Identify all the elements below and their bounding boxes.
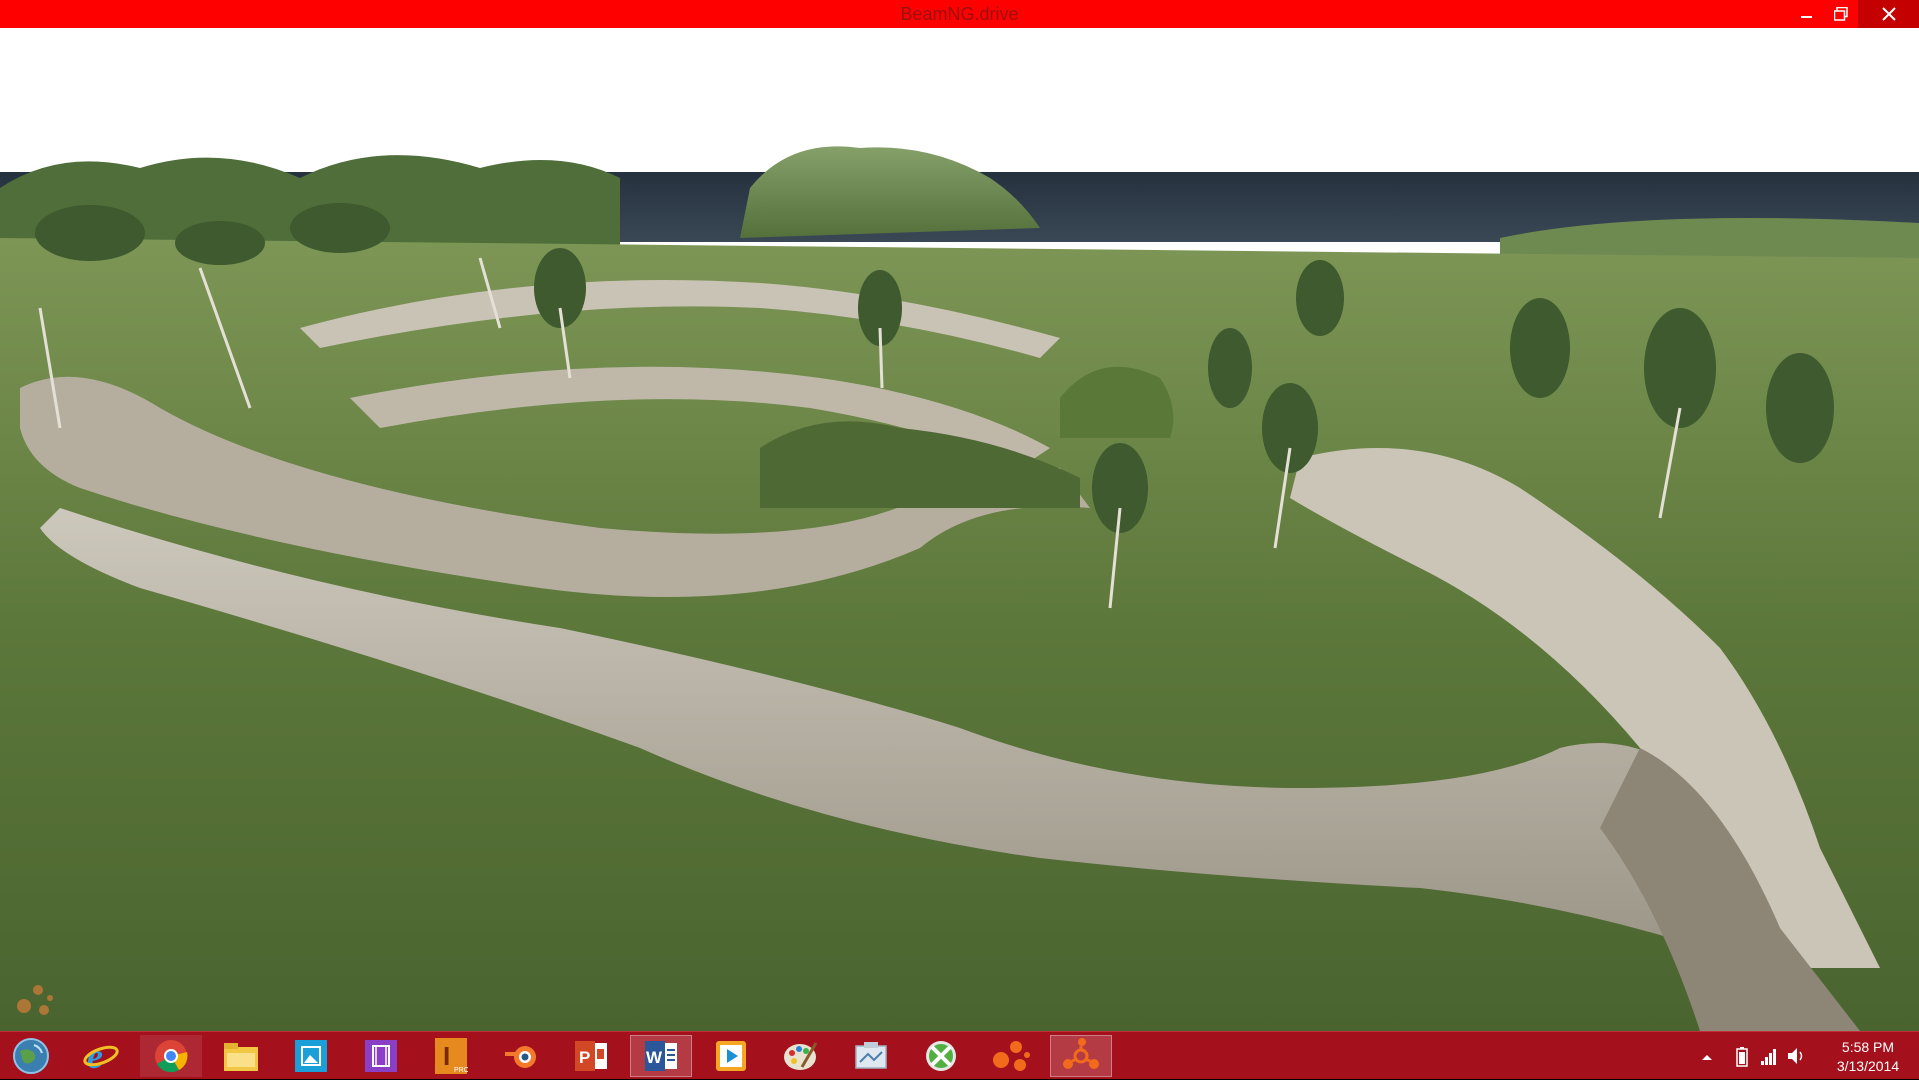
power-status[interactable] xyxy=(1734,1046,1750,1073)
svg-text:I: I xyxy=(443,1041,450,1071)
beamng-icon xyxy=(993,1041,1030,1071)
taskbar-chrome[interactable] xyxy=(140,1035,202,1077)
taskbar-inventor-pro[interactable]: I PRO xyxy=(420,1035,482,1077)
taskbar-word[interactable]: W xyxy=(630,1035,692,1077)
taskbar-beamng-drive[interactable] xyxy=(1050,1035,1112,1077)
network-status[interactable] xyxy=(1760,1046,1778,1071)
taskbar-file-explorer[interactable] xyxy=(210,1035,272,1077)
word-icon: W xyxy=(645,1041,677,1071)
taskbar-blender[interactable] xyxy=(490,1035,552,1077)
start-globe-icon xyxy=(13,1038,49,1074)
taskbar-video-app[interactable] xyxy=(350,1035,412,1077)
chevron-up-icon xyxy=(1702,1055,1712,1060)
screenshot-tool-icon xyxy=(855,1042,887,1069)
speaker-icon xyxy=(1788,1048,1803,1064)
restore-icon xyxy=(1834,7,1848,21)
taskbar-internet-explorer[interactable]: e xyxy=(70,1035,132,1077)
video-app-icon xyxy=(365,1040,397,1072)
taskbar-xbox-app[interactable] xyxy=(910,1035,972,1077)
svg-text:W: W xyxy=(646,1048,663,1067)
start-button[interactable] xyxy=(0,1035,62,1077)
file-explorer-icon xyxy=(224,1043,258,1071)
taskbar-clock[interactable]: 5:58 PM 3/13/2014 xyxy=(1822,1038,1914,1076)
internet-explorer-icon: e xyxy=(83,1038,119,1074)
beamng-drive-icon xyxy=(1063,1038,1099,1069)
game-window: BeamNG.drive xyxy=(0,0,1919,1031)
show-hidden-icons-button[interactable] xyxy=(1701,1049,1713,1067)
taskbar: e I PRO P W 5:58 PM 3/13/2014 xyxy=(0,1031,1919,1079)
restore-button[interactable] xyxy=(1824,0,1858,28)
inventor-pro-icon: I PRO xyxy=(435,1038,468,1074)
photo-app-icon xyxy=(295,1040,327,1072)
taskbar-media-player[interactable] xyxy=(700,1035,762,1077)
taskbar-powerpoint[interactable]: P xyxy=(560,1035,622,1077)
beamng-logo-icon xyxy=(17,985,53,1015)
taskbar-beamng[interactable] xyxy=(980,1035,1042,1077)
title-bar[interactable]: BeamNG.drive xyxy=(0,0,1919,28)
paint-icon xyxy=(784,1042,818,1070)
volume-control[interactable] xyxy=(1786,1046,1806,1071)
svg-text:PRO: PRO xyxy=(454,1067,468,1074)
blender-icon xyxy=(505,1046,536,1068)
taskbar-photo-app[interactable] xyxy=(280,1035,342,1077)
minimize-icon xyxy=(1801,16,1812,18)
window-title: BeamNG.drive xyxy=(900,4,1019,24)
chrome-icon xyxy=(155,1040,188,1073)
minimize-button[interactable] xyxy=(1790,0,1824,28)
close-icon xyxy=(1881,7,1896,21)
svg-text:P: P xyxy=(579,1048,590,1067)
powerpoint-icon: P xyxy=(575,1041,607,1071)
game-viewport[interactable] xyxy=(0,28,1919,1031)
bmx-track-scene xyxy=(0,28,1919,1031)
media-player-icon xyxy=(716,1041,746,1071)
clock-time: 5:58 PM xyxy=(1841,1039,1895,1055)
clock-date: 3/13/2014 xyxy=(1836,1058,1900,1074)
close-button[interactable] xyxy=(1858,0,1919,28)
taskbar-paint[interactable] xyxy=(770,1035,832,1077)
taskbar-screenshot-tool[interactable] xyxy=(840,1035,902,1077)
battery-icon xyxy=(1736,1047,1748,1067)
xbox-app-icon xyxy=(926,1041,956,1071)
signal-bars-icon xyxy=(1761,1049,1776,1065)
